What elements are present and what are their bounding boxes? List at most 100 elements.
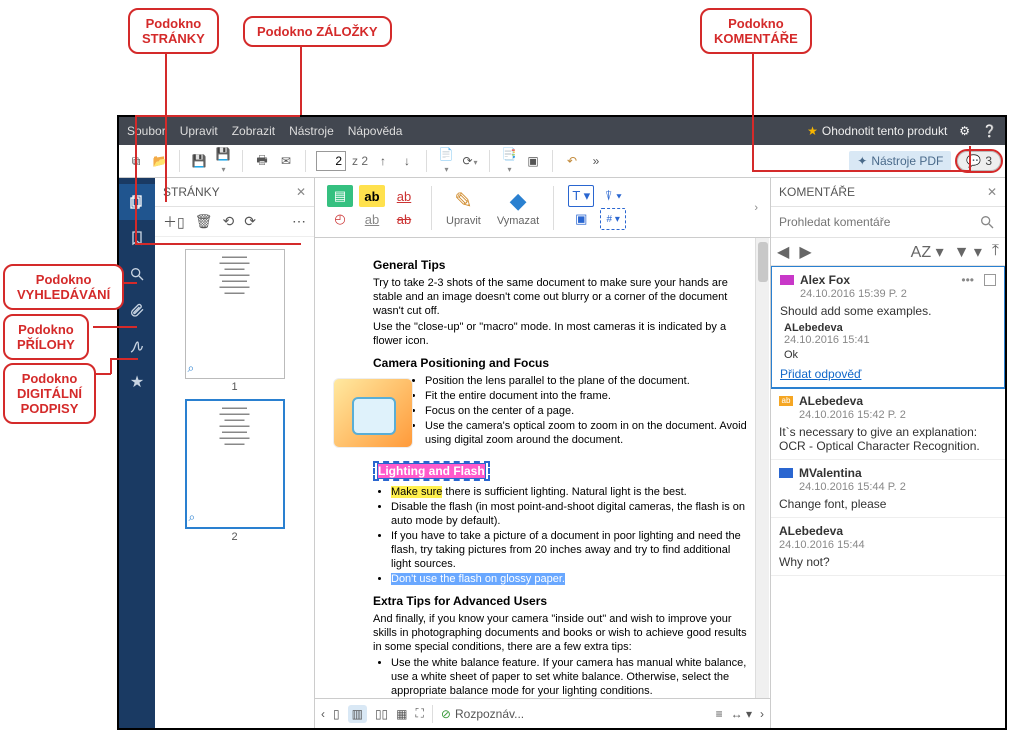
document-view[interactable]: General Tips Try to take 2-3 shots of th… bbox=[315, 238, 770, 698]
search-input[interactable] bbox=[777, 211, 975, 233]
menu-help[interactable]: Nápověda bbox=[348, 124, 403, 138]
menu-icon[interactable]: ≡ bbox=[716, 707, 723, 721]
prev-comment-icon[interactable]: ◀ bbox=[777, 242, 789, 262]
chevron-left-icon[interactable]: ‹ bbox=[321, 707, 325, 721]
undo-icon[interactable]: ↶ bbox=[563, 154, 581, 168]
zoom-icon[interactable]: ⌕ bbox=[189, 510, 196, 525]
search-icon[interactable] bbox=[975, 213, 999, 231]
reply-body: Ok bbox=[784, 349, 996, 361]
text: Use the white balance feature. If your c… bbox=[391, 656, 750, 698]
stamp-red-icon[interactable]: ◴ bbox=[327, 208, 353, 230]
heading: Lighting and Flash bbox=[373, 461, 750, 481]
rate-product[interactable]: ★Ohodnotit tento produkt bbox=[807, 124, 947, 138]
nav-bookmarks-icon[interactable] bbox=[119, 220, 155, 256]
scrollbar[interactable] bbox=[755, 238, 769, 698]
save-icon[interactable]: 💾 bbox=[190, 154, 208, 168]
recognize-status[interactable]: ⊘Rozpoznáv... bbox=[441, 707, 524, 721]
main-toolbar: ⧉ 📂 💾 💾 🖶 ✉ z 2 ↑ ↓ 📄 ⟳ 📑 ▣ bbox=[119, 145, 1005, 178]
more-icon[interactable]: ••• bbox=[961, 273, 974, 287]
more-icon[interactable]: ⋯ bbox=[292, 213, 306, 230]
add-page-icon[interactable]: 📄 bbox=[437, 147, 455, 175]
fit-width-icon[interactable]: ▥ bbox=[348, 705, 367, 723]
text: Don't use the flash on glossy paper. bbox=[391, 572, 750, 586]
insert-text-icon[interactable]: ab bbox=[359, 208, 385, 230]
two-page-icon[interactable]: ▯▯ bbox=[375, 707, 388, 721]
next-comment-icon[interactable]: ▶ bbox=[799, 242, 811, 262]
app-window: Soubor Upravit Zobrazit Nástroje Nápověd… bbox=[117, 115, 1007, 730]
zoom-icon[interactable]: ⌕ bbox=[188, 361, 195, 376]
text: Make sure there is sufficient lighting. … bbox=[391, 485, 750, 499]
text: Fit the entire document into the frame. bbox=[391, 389, 750, 403]
image-icon[interactable]: ▣ bbox=[568, 208, 594, 230]
comments-list: Alex Fox ••• 24.10.2016 15:39 P. 2 Shoul… bbox=[771, 266, 1005, 728]
ocr-icon[interactable]: ▣ bbox=[524, 154, 542, 168]
nav-pages-icon[interactable] bbox=[119, 184, 155, 220]
comments-toggle[interactable]: 💬 3 bbox=[957, 151, 1001, 171]
rotate-right-icon[interactable]: ⟳ bbox=[244, 213, 256, 230]
pdf-tools-button[interactable]: ✦ Nástroje PDF bbox=[849, 151, 951, 171]
edit-button[interactable]: ✎ Upravit bbox=[440, 178, 487, 237]
save-as-icon[interactable]: 💾 bbox=[214, 147, 232, 175]
callout-pages: Podokno STRÁNKY bbox=[128, 8, 219, 54]
expand-icon[interactable]: ⤒ bbox=[992, 242, 999, 262]
underline-icon[interactable]: ab bbox=[391, 185, 417, 207]
menu-tools[interactable]: Nástroje bbox=[289, 124, 334, 138]
more-icon[interactable]: » bbox=[587, 154, 605, 168]
chevron-right-icon[interactable]: › bbox=[748, 202, 764, 214]
add-reply-link[interactable]: Přidat odpověď bbox=[780, 367, 861, 381]
rotate-icon[interactable]: ⟳ bbox=[461, 154, 479, 168]
comments-panel-title: KOMENTÁŘE bbox=[779, 185, 855, 199]
add-page-icon[interactable]: ＋▯ bbox=[163, 212, 185, 232]
textbox-icon[interactable]: T ▾ bbox=[568, 185, 594, 207]
page-thumbnail[interactable]: ▬▬▬▬▬▬▬▬▬▬▬▬▬▬▬▬▬▬▬▬▬▬▬▬▬▬▬▬▬▬▬▬▬▬▬▬ ⌕ bbox=[185, 249, 285, 379]
close-icon[interactable]: ✕ bbox=[987, 185, 997, 199]
text: Focus on the center of a page. bbox=[391, 404, 750, 418]
single-page-icon[interactable]: ▯ bbox=[333, 707, 340, 721]
page-up-icon[interactable]: ↑ bbox=[374, 154, 392, 168]
chevron-right-icon[interactable]: › bbox=[760, 707, 764, 721]
close-icon[interactable]: ✕ bbox=[296, 185, 306, 199]
heading: General Tips bbox=[373, 258, 750, 272]
strike-icon[interactable]: ab bbox=[391, 208, 417, 230]
stamp-icon[interactable]: ⍒ ▾ bbox=[600, 185, 626, 207]
page-number-input[interactable] bbox=[316, 151, 346, 171]
nav-favorites-icon[interactable]: ★ bbox=[119, 364, 155, 400]
mail-icon[interactable]: ✉ bbox=[277, 154, 295, 168]
rotate-left-icon[interactable]: ⟲ bbox=[223, 213, 235, 230]
highlight-icon[interactable]: ab bbox=[359, 185, 385, 207]
sort-button[interactable]: AZ ▾ bbox=[911, 242, 944, 262]
fullscreen-icon[interactable]: ⛶ bbox=[416, 706, 424, 721]
comments-panel: KOMENTÁŘE ✕ ◀ ▶ AZ ▾ ▼ ▾ ⤒ bbox=[770, 178, 1005, 728]
comment-item[interactable]: Alex Fox ••• 24.10.2016 15:39 P. 2 Shoul… bbox=[771, 266, 1005, 389]
menu-bar: Soubor Upravit Zobrazit Nástroje Nápověd… bbox=[119, 117, 1005, 145]
menu-edit[interactable]: Upravit bbox=[180, 124, 218, 138]
print-icon[interactable]: 🖶 bbox=[253, 151, 271, 172]
nav-attachments-icon[interactable] bbox=[119, 292, 155, 328]
page-number: 2 bbox=[155, 531, 314, 543]
checkbox[interactable] bbox=[984, 274, 996, 286]
erase-button[interactable]: ◆ Vymazat bbox=[491, 178, 545, 237]
comment-item[interactable]: ab ALebedeva 24.10.2016 15:42 P. 2 It`s … bbox=[771, 388, 1005, 460]
comment-meta: 24.10.2016 15:42 P. 2 bbox=[799, 409, 997, 421]
text: And finally, if you know your camera "in… bbox=[373, 612, 750, 654]
menu-view[interactable]: Zobrazit bbox=[232, 124, 275, 138]
nav-search-icon[interactable] bbox=[119, 256, 155, 292]
note-icon[interactable]: ▤ bbox=[327, 185, 353, 207]
number-box-icon[interactable]: # ▾ bbox=[600, 208, 626, 230]
fit-icon[interactable]: ↔ ▾ bbox=[731, 707, 752, 721]
comment-item[interactable]: ALebedeva 24.10.2016 15:44 Why not? bbox=[771, 518, 1005, 576]
wand-icon: ✦ bbox=[857, 154, 867, 168]
comment-item[interactable]: MValentina 24.10.2016 15:44 P. 2 Change … bbox=[771, 460, 1005, 518]
page-number: 1 bbox=[155, 381, 314, 393]
gear-icon[interactable]: ⚙ bbox=[959, 124, 970, 138]
page-down-icon[interactable]: ↓ bbox=[398, 154, 416, 168]
menu-file[interactable]: Soubor bbox=[127, 124, 166, 138]
comment-meta: 24.10.2016 15:44 P. 2 bbox=[799, 481, 997, 493]
extract-icon[interactable]: 📑 bbox=[500, 147, 518, 175]
heading: Camera Positioning and Focus bbox=[373, 356, 750, 370]
delete-page-icon[interactable]: 🗑 bbox=[195, 213, 213, 230]
help-icon[interactable]: ❔ bbox=[982, 124, 997, 138]
book-view-icon[interactable]: ▦ bbox=[396, 707, 407, 721]
filter-icon[interactable]: ▼ ▾ bbox=[954, 242, 982, 262]
page-thumbnail[interactable]: ▬▬▬▬▬▬▬▬▬▬▬▬▬▬▬▬▬▬▬▬▬▬▬▬▬▬▬▬▬▬▬▬▬▬▬▬ ⌕ bbox=[185, 399, 285, 529]
